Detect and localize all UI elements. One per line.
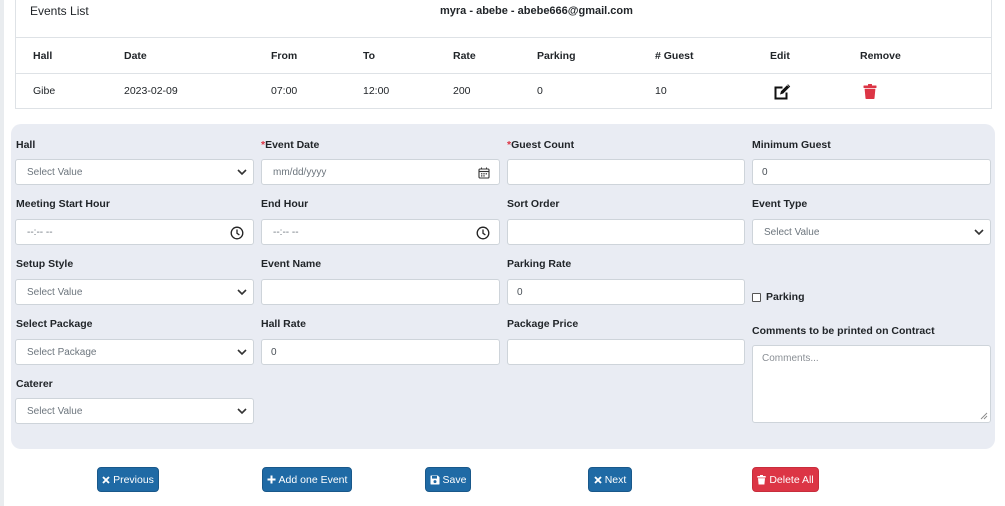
guest-count-label-text: Guest Count	[511, 139, 575, 151]
resize-grip-icon[interactable]	[980, 412, 988, 420]
next-button-label: Next	[604, 473, 627, 486]
left-border	[0, 0, 4, 506]
column-header-date: Date	[124, 49, 147, 62]
event-name-input[interactable]	[261, 279, 500, 305]
hall-rate-input[interactable]: 0	[261, 339, 500, 365]
setup-style-label: Setup Style	[16, 258, 74, 270]
chevron-down-icon	[237, 408, 247, 415]
event-type-select-value: Select Value	[764, 226, 820, 238]
trash-icon[interactable]	[863, 74, 877, 108]
cell-parking: 0	[537, 85, 543, 97]
end-hour-placeholder: --:-- --	[273, 226, 299, 238]
parking-rate-label: Parking Rate	[507, 258, 572, 270]
sort-order-label: Sort Order	[507, 198, 560, 210]
parking-checkbox-row[interactable]: Parking	[752, 291, 805, 303]
cell-hall: Gibe	[33, 85, 56, 97]
event-date-placeholder: mm/dd/yyyy	[273, 166, 327, 178]
parking-rate-value: 0	[517, 286, 523, 298]
sort-order-input[interactable]	[507, 219, 745, 245]
clock-icon[interactable]	[230, 226, 244, 240]
save-button-label: Save	[442, 473, 467, 486]
hall-label: Hall	[16, 139, 36, 151]
end-hour-input[interactable]: --:-- --	[261, 219, 500, 245]
minimum-guest-value: 0	[762, 166, 768, 178]
events-table-header: Hall Date From To Rate Parking # Guest E…	[16, 38, 991, 74]
package-select-value: Select Package	[27, 346, 97, 358]
edit-icon[interactable]	[773, 74, 791, 108]
event-name-label: Event Name	[261, 258, 322, 270]
select-package-label: Select Package	[16, 318, 93, 330]
column-header-rate: Rate	[453, 49, 476, 62]
hall-rate-label: Hall Rate	[261, 318, 306, 330]
table-row: Gibe 2023-02-09 07:00 12:00 200 0 10	[16, 74, 991, 108]
chevron-down-icon	[974, 229, 984, 236]
event-date-input[interactable]: mm/dd/yyyy	[261, 159, 500, 185]
previous-button-label: Previous	[113, 473, 154, 486]
cell-from: 07:00	[271, 85, 298, 97]
parking-checkbox[interactable]	[752, 292, 761, 302]
comments-label: Comments to be printed on Contract	[752, 325, 935, 337]
calendar-icon[interactable]	[478, 167, 490, 179]
comments-placeholder: Comments...	[762, 353, 819, 364]
close-icon	[102, 475, 110, 484]
delete-all-button[interactable]: Delete All	[752, 467, 819, 492]
cell-rate: 200	[453, 85, 471, 97]
comments-textarea[interactable]: Comments...	[752, 345, 991, 423]
column-header-from: From	[271, 49, 298, 62]
plus-icon	[267, 475, 276, 484]
cell-to: 12:00	[363, 85, 390, 97]
end-hour-label: End Hour	[261, 198, 309, 210]
setup-style-select[interactable]: Select Value	[15, 279, 254, 305]
column-header-hall: Hall	[33, 49, 53, 62]
previous-button[interactable]: Previous	[97, 467, 159, 492]
cell-guests: 10	[655, 85, 667, 97]
parking-checkbox-label: Parking	[766, 291, 805, 303]
column-header-to: To	[363, 49, 376, 62]
guest-count-input[interactable]	[507, 159, 745, 185]
clock-icon[interactable]	[476, 226, 490, 240]
package-price-input[interactable]	[507, 339, 745, 365]
close-icon	[594, 475, 602, 484]
hall-rate-value: 0	[271, 346, 277, 358]
chevron-down-icon	[237, 349, 247, 356]
event-date-label: *Event Date	[261, 139, 319, 151]
package-price-label: Package Price	[507, 318, 579, 330]
events-list-card: Events List myra - abebe - abebe666@gmai…	[15, 0, 992, 109]
hall-select[interactable]: Select Value	[15, 159, 254, 185]
column-header-parking: Parking	[537, 49, 576, 62]
event-type-label: Event Type	[752, 198, 808, 210]
next-button[interactable]: Next	[588, 467, 632, 492]
event-date-label-text: Event Date	[265, 139, 320, 151]
column-header-remove: Remove	[860, 49, 901, 62]
meeting-start-hour-label: Meeting Start Hour	[16, 198, 110, 210]
meeting-start-hour-input[interactable]: --:-- --	[15, 219, 254, 245]
save-button[interactable]: Save	[425, 467, 471, 492]
trash-icon	[757, 474, 767, 485]
caterer-select-value: Select Value	[27, 405, 83, 417]
events-list-title: Events List	[30, 4, 89, 18]
guest-count-label: *Guest Count	[507, 139, 574, 151]
event-type-select[interactable]: Select Value	[752, 219, 991, 245]
delete-all-button-label: Delete All	[769, 473, 814, 486]
column-header-edit: Edit	[770, 49, 790, 62]
add-one-event-button[interactable]: Add one Event	[262, 467, 352, 492]
add-one-event-button-label: Add one Event	[278, 473, 348, 486]
events-list-header: Events List myra - abebe - abebe666@gmai…	[16, 0, 991, 38]
meeting-start-hour-placeholder: --:-- --	[27, 226, 53, 238]
minimum-guest-input[interactable]: 0	[752, 159, 991, 185]
chevron-down-icon	[237, 289, 247, 296]
customer-info: myra - abebe - abebe666@gmail.com	[440, 5, 633, 17]
parking-rate-input[interactable]: 0	[507, 279, 745, 305]
cell-date: 2023-02-09	[124, 85, 178, 97]
minimum-guest-label: Minimum Guest	[752, 139, 831, 151]
chevron-down-icon	[237, 169, 247, 176]
package-select[interactable]: Select Package	[15, 339, 254, 365]
setup-style-select-value: Select Value	[27, 286, 83, 298]
column-header-guests: # Guest	[655, 49, 694, 62]
caterer-select[interactable]: Select Value	[15, 398, 254, 424]
hall-select-value: Select Value	[27, 166, 83, 178]
caterer-label: Caterer	[16, 378, 53, 390]
floppy-disk-icon	[430, 475, 440, 485]
